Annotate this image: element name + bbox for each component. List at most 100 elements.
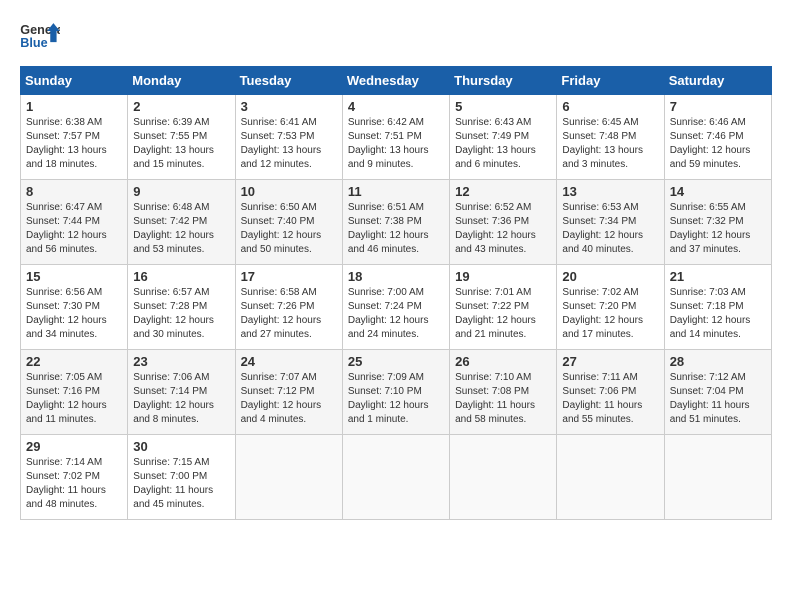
day-info: Sunrise: 7:05 AMSunset: 7:16 PMDaylight:…	[26, 371, 122, 427]
day-number: 13	[562, 184, 658, 199]
day-info: Sunrise: 7:10 AMSunset: 7:08 PMDaylight:…	[455, 371, 551, 427]
day-info: Sunrise: 6:50 AMSunset: 7:40 PMDaylight:…	[241, 201, 337, 257]
calendar-cell: 22 Sunrise: 7:05 AMSunset: 7:16 PMDayligh…	[21, 350, 128, 435]
day-info: Sunrise: 7:02 AMSunset: 7:20 PMDaylight:…	[562, 286, 658, 342]
calendar-cell: 30 Sunrise: 7:15 AMSunset: 7:00 PMDayligh…	[128, 435, 235, 520]
day-number: 24	[241, 354, 337, 369]
calendar-table: Sunday Monday Tuesday Wednesday Thursday…	[20, 66, 772, 520]
calendar-cell: 28Sunrise: 7:12 AMSunset: 7:04 PMDayligh…	[664, 350, 771, 435]
calendar-cell: 9Sunrise: 6:48 AMSunset: 7:42 PMDaylight…	[128, 180, 235, 265]
day-info: Sunrise: 6:52 AMSunset: 7:36 PMDaylight:…	[455, 201, 551, 257]
day-number: 23	[133, 354, 229, 369]
day-number: 14	[670, 184, 766, 199]
day-info: Sunrise: 7:01 AMSunset: 7:22 PMDaylight:…	[455, 286, 551, 342]
day-info: Sunrise: 7:09 AMSunset: 7:10 PMDaylight:…	[348, 371, 444, 427]
day-info: Sunrise: 6:46 AMSunset: 7:46 PMDaylight:…	[670, 116, 766, 172]
day-info: Sunrise: 7:12 AMSunset: 7:04 PMDaylight:…	[670, 371, 766, 427]
day-info: Sunrise: 6:56 AMSunset: 7:30 PMDaylight:…	[26, 286, 122, 342]
calendar-cell: 25 Sunrise: 7:09 AMSunset: 7:10 PMDayligh…	[342, 350, 449, 435]
calendar-cell: 16 Sunrise: 6:57 AMSunset: 7:28 PMDayligh…	[128, 265, 235, 350]
day-number: 22	[26, 354, 122, 369]
day-number: 6	[562, 99, 658, 114]
day-number: 29	[26, 439, 122, 454]
calendar-cell	[450, 435, 557, 520]
calendar-cell: 26Sunrise: 7:10 AMSunset: 7:08 PMDayligh…	[450, 350, 557, 435]
logo: General Blue	[20, 20, 60, 50]
calendar-week-row: 1Sunrise: 6:38 AMSunset: 7:57 PMDaylight…	[21, 95, 772, 180]
calendar-cell: 1Sunrise: 6:38 AMSunset: 7:57 PMDaylight…	[21, 95, 128, 180]
calendar-cell: 27 Sunrise: 7:11 AMSunset: 7:06 PMDayligh…	[557, 350, 664, 435]
calendar-cell: 8Sunrise: 6:47 AMSunset: 7:44 PMDaylight…	[21, 180, 128, 265]
calendar-cell: 20 Sunrise: 7:02 AMSunset: 7:20 PMDayligh…	[557, 265, 664, 350]
day-number: 17	[241, 269, 337, 284]
day-info: Sunrise: 6:39 AMSunset: 7:55 PMDaylight:…	[133, 116, 229, 172]
day-number: 12	[455, 184, 551, 199]
calendar-cell: 18 Sunrise: 7:00 AMSunset: 7:24 PMDayligh…	[342, 265, 449, 350]
calendar-cell	[235, 435, 342, 520]
col-saturday: Saturday	[664, 67, 771, 95]
day-info: Sunrise: 7:03 AMSunset: 7:18 PMDaylight:…	[670, 286, 766, 342]
col-wednesday: Wednesday	[342, 67, 449, 95]
svg-text:Blue: Blue	[20, 36, 47, 50]
day-number: 30	[133, 439, 229, 454]
calendar-cell: 29 Sunrise: 7:14 AMSunset: 7:02 PMDayligh…	[21, 435, 128, 520]
day-info: Sunrise: 6:53 AMSunset: 7:34 PMDaylight:…	[562, 201, 658, 257]
page-header: General Blue	[20, 20, 772, 50]
day-info: Sunrise: 7:11 AMSunset: 7:06 PMDaylight:…	[562, 371, 658, 427]
day-info: Sunrise: 7:14 AMSunset: 7:02 PMDaylight:…	[26, 456, 122, 512]
calendar-cell: 3Sunrise: 6:41 AMSunset: 7:53 PMDaylight…	[235, 95, 342, 180]
calendar-cell: 17 Sunrise: 6:58 AMSunset: 7:26 PMDayligh…	[235, 265, 342, 350]
calendar-cell: 10Sunrise: 6:50 AMSunset: 7:40 PMDayligh…	[235, 180, 342, 265]
day-info: Sunrise: 6:47 AMSunset: 7:44 PMDaylight:…	[26, 201, 122, 257]
day-number: 11	[348, 184, 444, 199]
day-number: 16	[133, 269, 229, 284]
day-info: Sunrise: 6:48 AMSunset: 7:42 PMDaylight:…	[133, 201, 229, 257]
day-info: Sunrise: 6:42 AMSunset: 7:51 PMDaylight:…	[348, 116, 444, 172]
day-number: 21	[670, 269, 766, 284]
day-number: 15	[26, 269, 122, 284]
day-number: 27	[562, 354, 658, 369]
day-number: 2	[133, 99, 229, 114]
calendar-cell: 4 Sunrise: 6:42 AMSunset: 7:51 PMDaylight…	[342, 95, 449, 180]
calendar-cell	[664, 435, 771, 520]
day-info: Sunrise: 7:06 AMSunset: 7:14 PMDaylight:…	[133, 371, 229, 427]
day-number: 18	[348, 269, 444, 284]
col-monday: Monday	[128, 67, 235, 95]
day-number: 4	[348, 99, 444, 114]
day-info: Sunrise: 6:38 AMSunset: 7:57 PMDaylight:…	[26, 116, 122, 172]
calendar-cell: 11Sunrise: 6:51 AMSunset: 7:38 PMDayligh…	[342, 180, 449, 265]
day-info: Sunrise: 7:15 AMSunset: 7:00 PMDaylight:…	[133, 456, 229, 512]
calendar-cell: 19 Sunrise: 7:01 AMSunset: 7:22 PMDayligh…	[450, 265, 557, 350]
col-thursday: Thursday	[450, 67, 557, 95]
col-friday: Friday	[557, 67, 664, 95]
day-info: Sunrise: 7:00 AMSunset: 7:24 PMDaylight:…	[348, 286, 444, 342]
day-number: 20	[562, 269, 658, 284]
calendar-cell: 14Sunrise: 6:55 AMSunset: 7:32 PMDayligh…	[664, 180, 771, 265]
calendar-cell: 2 Sunrise: 6:39 AMSunset: 7:55 PMDaylight…	[128, 95, 235, 180]
calendar-cell: 6 Sunrise: 6:45 AMSunset: 7:48 PMDaylight…	[557, 95, 664, 180]
calendar-cell: 23 Sunrise: 7:06 AMSunset: 7:14 PMDayligh…	[128, 350, 235, 435]
calendar-cell: 13 Sunrise: 6:53 AMSunset: 7:34 PMDayligh…	[557, 180, 664, 265]
day-info: Sunrise: 6:41 AMSunset: 7:53 PMDaylight:…	[241, 116, 337, 172]
day-number: 25	[348, 354, 444, 369]
calendar-week-row: 29 Sunrise: 7:14 AMSunset: 7:02 PMDayligh…	[21, 435, 772, 520]
calendar-week-row: 15 Sunrise: 6:56 AMSunset: 7:30 PMDayligh…	[21, 265, 772, 350]
calendar-cell: 24Sunrise: 7:07 AMSunset: 7:12 PMDayligh…	[235, 350, 342, 435]
day-number: 5	[455, 99, 551, 114]
col-sunday: Sunday	[21, 67, 128, 95]
day-info: Sunrise: 6:58 AMSunset: 7:26 PMDaylight:…	[241, 286, 337, 342]
calendar-week-row: 22 Sunrise: 7:05 AMSunset: 7:16 PMDayligh…	[21, 350, 772, 435]
day-info: Sunrise: 6:45 AMSunset: 7:48 PMDaylight:…	[562, 116, 658, 172]
calendar-cell: 15 Sunrise: 6:56 AMSunset: 7:30 PMDayligh…	[21, 265, 128, 350]
calendar-cell	[342, 435, 449, 520]
calendar-cell: 12 Sunrise: 6:52 AMSunset: 7:36 PMDayligh…	[450, 180, 557, 265]
logo-icon: General Blue	[20, 20, 60, 50]
day-info: Sunrise: 6:57 AMSunset: 7:28 PMDaylight:…	[133, 286, 229, 342]
calendar-body: 1Sunrise: 6:38 AMSunset: 7:57 PMDaylight…	[21, 95, 772, 520]
calendar-cell	[557, 435, 664, 520]
day-number: 19	[455, 269, 551, 284]
calendar-cell: 21 Sunrise: 7:03 AMSunset: 7:18 PMDayligh…	[664, 265, 771, 350]
calendar-cell: 7Sunrise: 6:46 AMSunset: 7:46 PMDaylight…	[664, 95, 771, 180]
calendar-week-row: 8Sunrise: 6:47 AMSunset: 7:44 PMDaylight…	[21, 180, 772, 265]
calendar-cell: 5Sunrise: 6:43 AMSunset: 7:49 PMDaylight…	[450, 95, 557, 180]
